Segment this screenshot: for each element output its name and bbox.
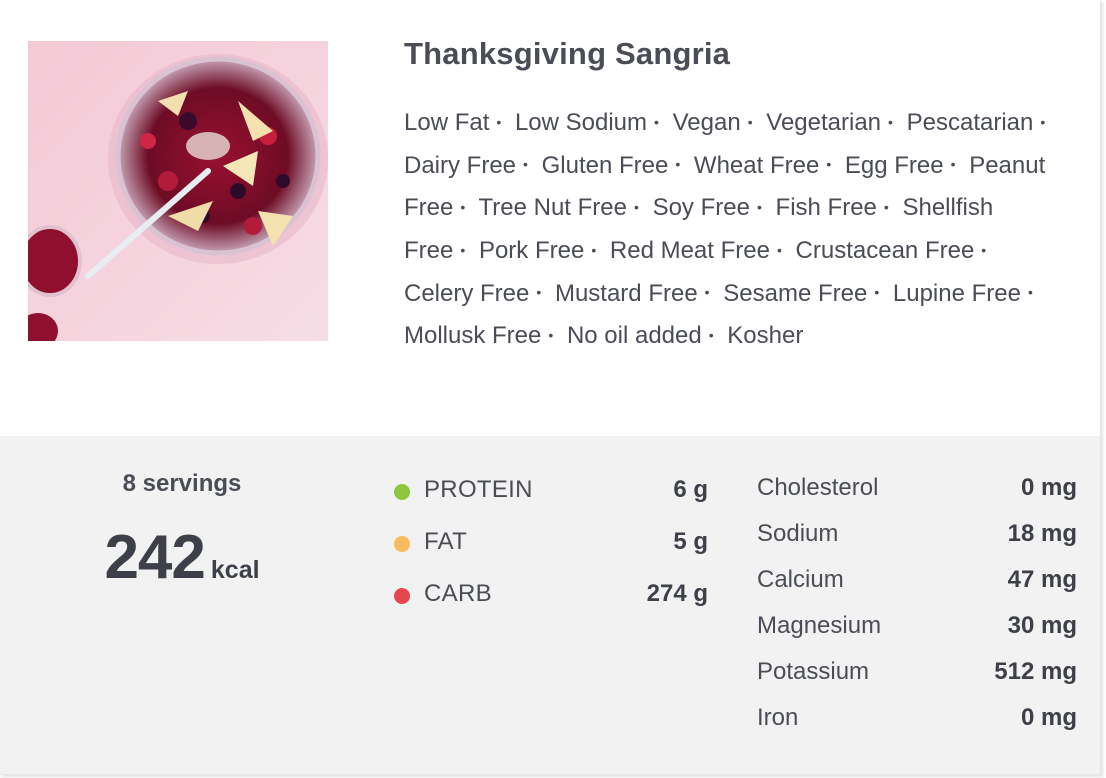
label-separator: • [675,156,681,173]
label-separator: • [634,198,639,215]
health-label: Low Fat [404,109,490,136]
label-separator: • [460,241,466,258]
health-label: Red Meat Free [609,236,770,264]
health-label: Low Sodium [514,109,648,136]
nutrient-row-calcium: Calcium 47 mg [757,564,1077,610]
health-label: No oil added [566,322,702,350]
nutrient-label: Iron [757,704,799,731]
macro-label: PROTEIN [424,476,533,503]
health-label: Celery Free [404,279,530,307]
health-label: Gluten Free [541,151,669,179]
macro-value: 5 g [673,528,708,555]
health-label: Sesame Free [723,279,868,307]
label-separator: • [1027,284,1033,301]
label-separator: • [950,156,956,173]
label-separator: • [747,113,753,130]
health-label: Fish Free [775,194,877,222]
recipe-card: Thanksgiving Sangria Low Fat • Low Sodium… [0,0,1101,775]
nutrient-label: Cholesterol [757,474,879,501]
macros-list: PROTEIN 6 g FAT 5 g CARB 274 g [394,474,710,630]
health-labels: Low Fat • Low Sodium • Vegan • Vegetarian • … [404,102,1054,358]
nutrient-value: 0 mg [1020,704,1077,731]
health-label: Soy Free [652,194,750,222]
protein-dot-icon [394,484,410,500]
label-separator: • [591,241,597,258]
nutrient-row-potassium: Potassium 512 mg [757,656,1077,702]
nutrient-row-magnesium: Magnesium 30 mg [757,610,1077,656]
macro-value: 274 g [646,580,708,607]
nutrient-label: Magnesium [757,612,882,639]
label-separator: • [1040,113,1046,130]
health-label: Crustacean Free [795,236,975,264]
health-label: Vegetarian [766,109,882,136]
health-label: Vegan [672,109,741,136]
nutrient-row-sodium: Sodium 18 mg [757,518,1077,564]
health-label: Mollusk Free [404,322,542,350]
label-separator: • [883,198,889,215]
nutrient-label: Potassium [757,658,870,685]
nutrient-value: 30 mg [1007,612,1077,639]
health-label: Egg Free [844,151,944,179]
label-separator: • [888,113,893,130]
calories-value: 242 [104,523,205,592]
label-separator: • [776,241,782,258]
nutrient-label: Calcium [757,566,844,593]
nutrients-list: Cholesterol 0 mg Sodium 18 mg Calcium 47… [757,472,1077,748]
label-separator: • [523,156,528,173]
macro-row-fat: FAT 5 g [394,526,710,578]
recipe-photo[interactable] [28,41,328,341]
health-label: Kosher [727,322,804,350]
nutrient-value: 0 mg [1020,474,1077,501]
label-separator: • [496,113,502,130]
label-separator: • [981,241,987,258]
health-label: Pork Free [478,236,585,264]
nutrient-value: 18 mg [1007,520,1077,547]
health-label: Mustard Free [554,279,698,307]
health-label: Wheat Free [693,151,820,179]
health-label: Tree Nut Free [478,194,628,222]
macro-row-protein: PROTEIN 6 g [394,474,710,526]
label-separator: • [548,326,554,343]
nutrient-value: 512 mg [994,658,1077,685]
macro-value: 6 g [673,476,708,503]
macro-label: CARB [424,580,492,607]
label-separator: • [708,326,714,343]
calories: 242 kcal [80,522,284,593]
nutrient-row-iron: Iron 0 mg [757,702,1077,748]
health-label: Lupine Free [892,279,1021,307]
calories-unit: kcal [210,556,260,584]
label-separator: • [756,198,762,215]
macro-label: FAT [424,528,468,555]
health-label: Dairy Free [404,151,517,179]
label-separator: • [826,156,832,173]
label-separator: • [704,284,710,301]
label-separator: • [460,198,466,215]
label-separator: • [654,113,659,130]
recipe-header: Thanksgiving Sangria Low Fat • Low Sodium… [0,0,1100,436]
recipe-title[interactable]: Thanksgiving Sangria [404,36,730,72]
label-separator: • [874,284,880,301]
nutrient-label: Sodium [757,520,839,547]
fat-dot-icon [394,536,410,552]
carb-dot-icon [394,588,410,604]
health-label: Pescatarian [906,109,1034,136]
servings-count: 8 servings [122,470,242,497]
nutrient-row-cholesterol: Cholesterol 0 mg [757,472,1077,518]
nutrient-value: 47 mg [1007,566,1077,593]
sangria-image [28,41,328,341]
macro-row-carb: CARB 274 g [394,578,710,630]
label-separator: • [536,284,542,301]
